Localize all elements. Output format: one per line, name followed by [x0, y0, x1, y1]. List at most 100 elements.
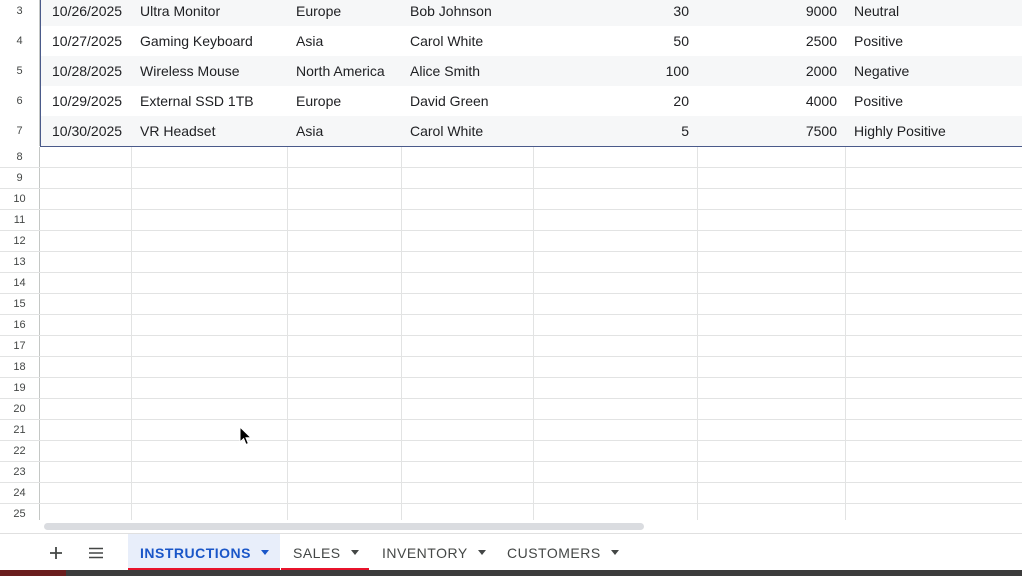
row-header[interactable]: 20 — [0, 399, 40, 419]
cell-region[interactable]: Asia — [287, 26, 401, 56]
empty-row[interactable]: 8 — [0, 147, 1022, 168]
cell-rep[interactable]: Bob Johnson — [401, 0, 533, 26]
mouse-pointer-icon — [239, 426, 253, 446]
empty-row[interactable]: 19 — [0, 378, 1022, 399]
cell-date[interactable]: 10/30/2025 — [40, 116, 131, 146]
cell-rep[interactable]: Carol White — [401, 26, 533, 56]
cell-date[interactable]: 10/29/2025 — [40, 86, 131, 116]
column-gridline — [533, 147, 534, 520]
cell-sentiment[interactable]: Neutral — [845, 0, 1022, 26]
row-header[interactable]: 16 — [0, 315, 40, 335]
cell-amount[interactable]: 4000 — [697, 86, 845, 116]
caret-down-icon[interactable] — [261, 550, 269, 555]
cell-region[interactable]: Europe — [287, 86, 401, 116]
empty-row[interactable]: 9 — [0, 168, 1022, 189]
cell-date[interactable]: 10/27/2025 — [40, 26, 131, 56]
cell-region[interactable]: North America — [287, 56, 401, 86]
table-row: 4 10/27/2025 Gaming Keyboard Asia Carol Whit… — [0, 26, 1022, 56]
row-header[interactable]: 8 — [0, 147, 40, 167]
empty-row[interactable]: 10 — [0, 189, 1022, 210]
empty-row[interactable]: 13 — [0, 252, 1022, 273]
sheet-tab-sales[interactable]: SALES — [281, 534, 369, 571]
empty-row[interactable]: 18 — [0, 357, 1022, 378]
row-header[interactable]: 11 — [0, 210, 40, 230]
caret-down-icon[interactable] — [477, 550, 486, 555]
column-gridline — [131, 147, 132, 520]
cell-amount[interactable]: 7500 — [697, 116, 845, 146]
all-sheets-button[interactable] — [85, 542, 107, 564]
sheet-tab-label: CUSTOMERS — [507, 544, 601, 561]
row-header[interactable]: 7 — [0, 116, 40, 146]
cell-amount[interactable]: 2000 — [697, 56, 845, 86]
table-row: 6 10/29/2025 External SSD 1TB Europe David G… — [0, 86, 1022, 116]
empty-row[interactable]: 16 — [0, 315, 1022, 336]
empty-row[interactable]: 14 — [0, 273, 1022, 294]
sheet-tab-customers[interactable]: CUSTOMERS — [495, 534, 628, 571]
cell-rep[interactable]: Alice Smith — [401, 56, 533, 86]
empty-row[interactable]: 12 — [0, 231, 1022, 252]
cell-date[interactable]: 10/28/2025 — [40, 56, 131, 86]
spreadsheet-grid[interactable]: 3 10/26/2025 Ultra Monitor Europe Bob Johnso… — [0, 0, 1022, 520]
horizontal-scrollbar-thumb[interactable] — [44, 523, 644, 530]
cell-amount[interactable]: 2500 — [697, 26, 845, 56]
row-header[interactable]: 15 — [0, 294, 40, 314]
row-header[interactable]: 21 — [0, 420, 40, 440]
cell-product[interactable]: Gaming Keyboard — [131, 26, 287, 56]
cell-rep[interactable]: David Green — [401, 86, 533, 116]
cell-qty[interactable]: 30 — [533, 0, 697, 26]
row-header[interactable]: 9 — [0, 168, 40, 188]
row-header[interactable]: 19 — [0, 378, 40, 398]
cell-sentiment[interactable]: Positive — [845, 26, 1022, 56]
menu-icon — [89, 547, 103, 559]
empty-row[interactable]: 15 — [0, 294, 1022, 315]
row-header[interactable]: 24 — [0, 483, 40, 503]
cell-qty[interactable]: 5 — [533, 116, 697, 146]
column-gridline — [287, 147, 288, 520]
empty-row[interactable]: 11 — [0, 210, 1022, 231]
caret-down-icon[interactable] — [350, 550, 359, 555]
empty-row[interactable]: 23 — [0, 462, 1022, 483]
row-header[interactable]: 10 — [0, 189, 40, 209]
row-header[interactable]: 3 — [0, 0, 40, 26]
empty-row[interactable]: 25 — [0, 504, 1022, 520]
cell-region[interactable]: Europe — [287, 0, 401, 26]
empty-row[interactable]: 21 — [0, 420, 1022, 441]
row-header[interactable]: 12 — [0, 231, 40, 251]
sheet-tab-bar: INSTRUCTIONS SALES INVENTORY CUSTOMERS — [0, 533, 1022, 571]
cell-amount[interactable]: 9000 — [697, 0, 845, 26]
cell-qty[interactable]: 20 — [533, 86, 697, 116]
row-header[interactable]: 14 — [0, 273, 40, 293]
row-header[interactable]: 4 — [0, 26, 40, 56]
row-header[interactable]: 18 — [0, 357, 40, 377]
cell-date[interactable]: 10/26/2025 — [40, 0, 131, 26]
bottom-strip — [0, 570, 1022, 576]
horizontal-scrollbar[interactable] — [40, 520, 1022, 532]
sheet-tab-instructions[interactable]: INSTRUCTIONS — [128, 534, 280, 571]
cell-qty[interactable]: 100 — [533, 56, 697, 86]
empty-row[interactable]: 24 — [0, 483, 1022, 504]
cell-sentiment[interactable]: Highly Positive — [845, 116, 1022, 146]
row-header[interactable]: 25 — [0, 504, 40, 520]
cell-product[interactable]: VR Headset — [131, 116, 287, 146]
cell-product[interactable]: Ultra Monitor — [131, 0, 287, 26]
sheet-tab-inventory[interactable]: INVENTORY — [370, 534, 494, 571]
table-row: 3 10/26/2025 Ultra Monitor Europe Bob Johnso… — [0, 0, 1022, 26]
empty-row[interactable]: 17 — [0, 336, 1022, 357]
cell-sentiment[interactable]: Positive — [845, 86, 1022, 116]
cell-qty[interactable]: 50 — [533, 26, 697, 56]
cell-rep[interactable]: Carol White — [401, 116, 533, 146]
empty-row[interactable]: 22 — [0, 441, 1022, 462]
cell-region[interactable]: Asia — [287, 116, 401, 146]
cell-sentiment[interactable]: Negative — [845, 56, 1022, 86]
empty-row[interactable]: 20 — [0, 399, 1022, 420]
row-header[interactable]: 23 — [0, 462, 40, 482]
row-header[interactable]: 17 — [0, 336, 40, 356]
row-header[interactable]: 13 — [0, 252, 40, 272]
row-header[interactable]: 22 — [0, 441, 40, 461]
cell-product[interactable]: Wireless Mouse — [131, 56, 287, 86]
cell-product[interactable]: External SSD 1TB — [131, 86, 287, 116]
row-header[interactable]: 5 — [0, 56, 40, 86]
row-header[interactable]: 6 — [0, 86, 40, 116]
add-sheet-button[interactable] — [45, 542, 67, 564]
caret-down-icon[interactable] — [610, 550, 619, 555]
